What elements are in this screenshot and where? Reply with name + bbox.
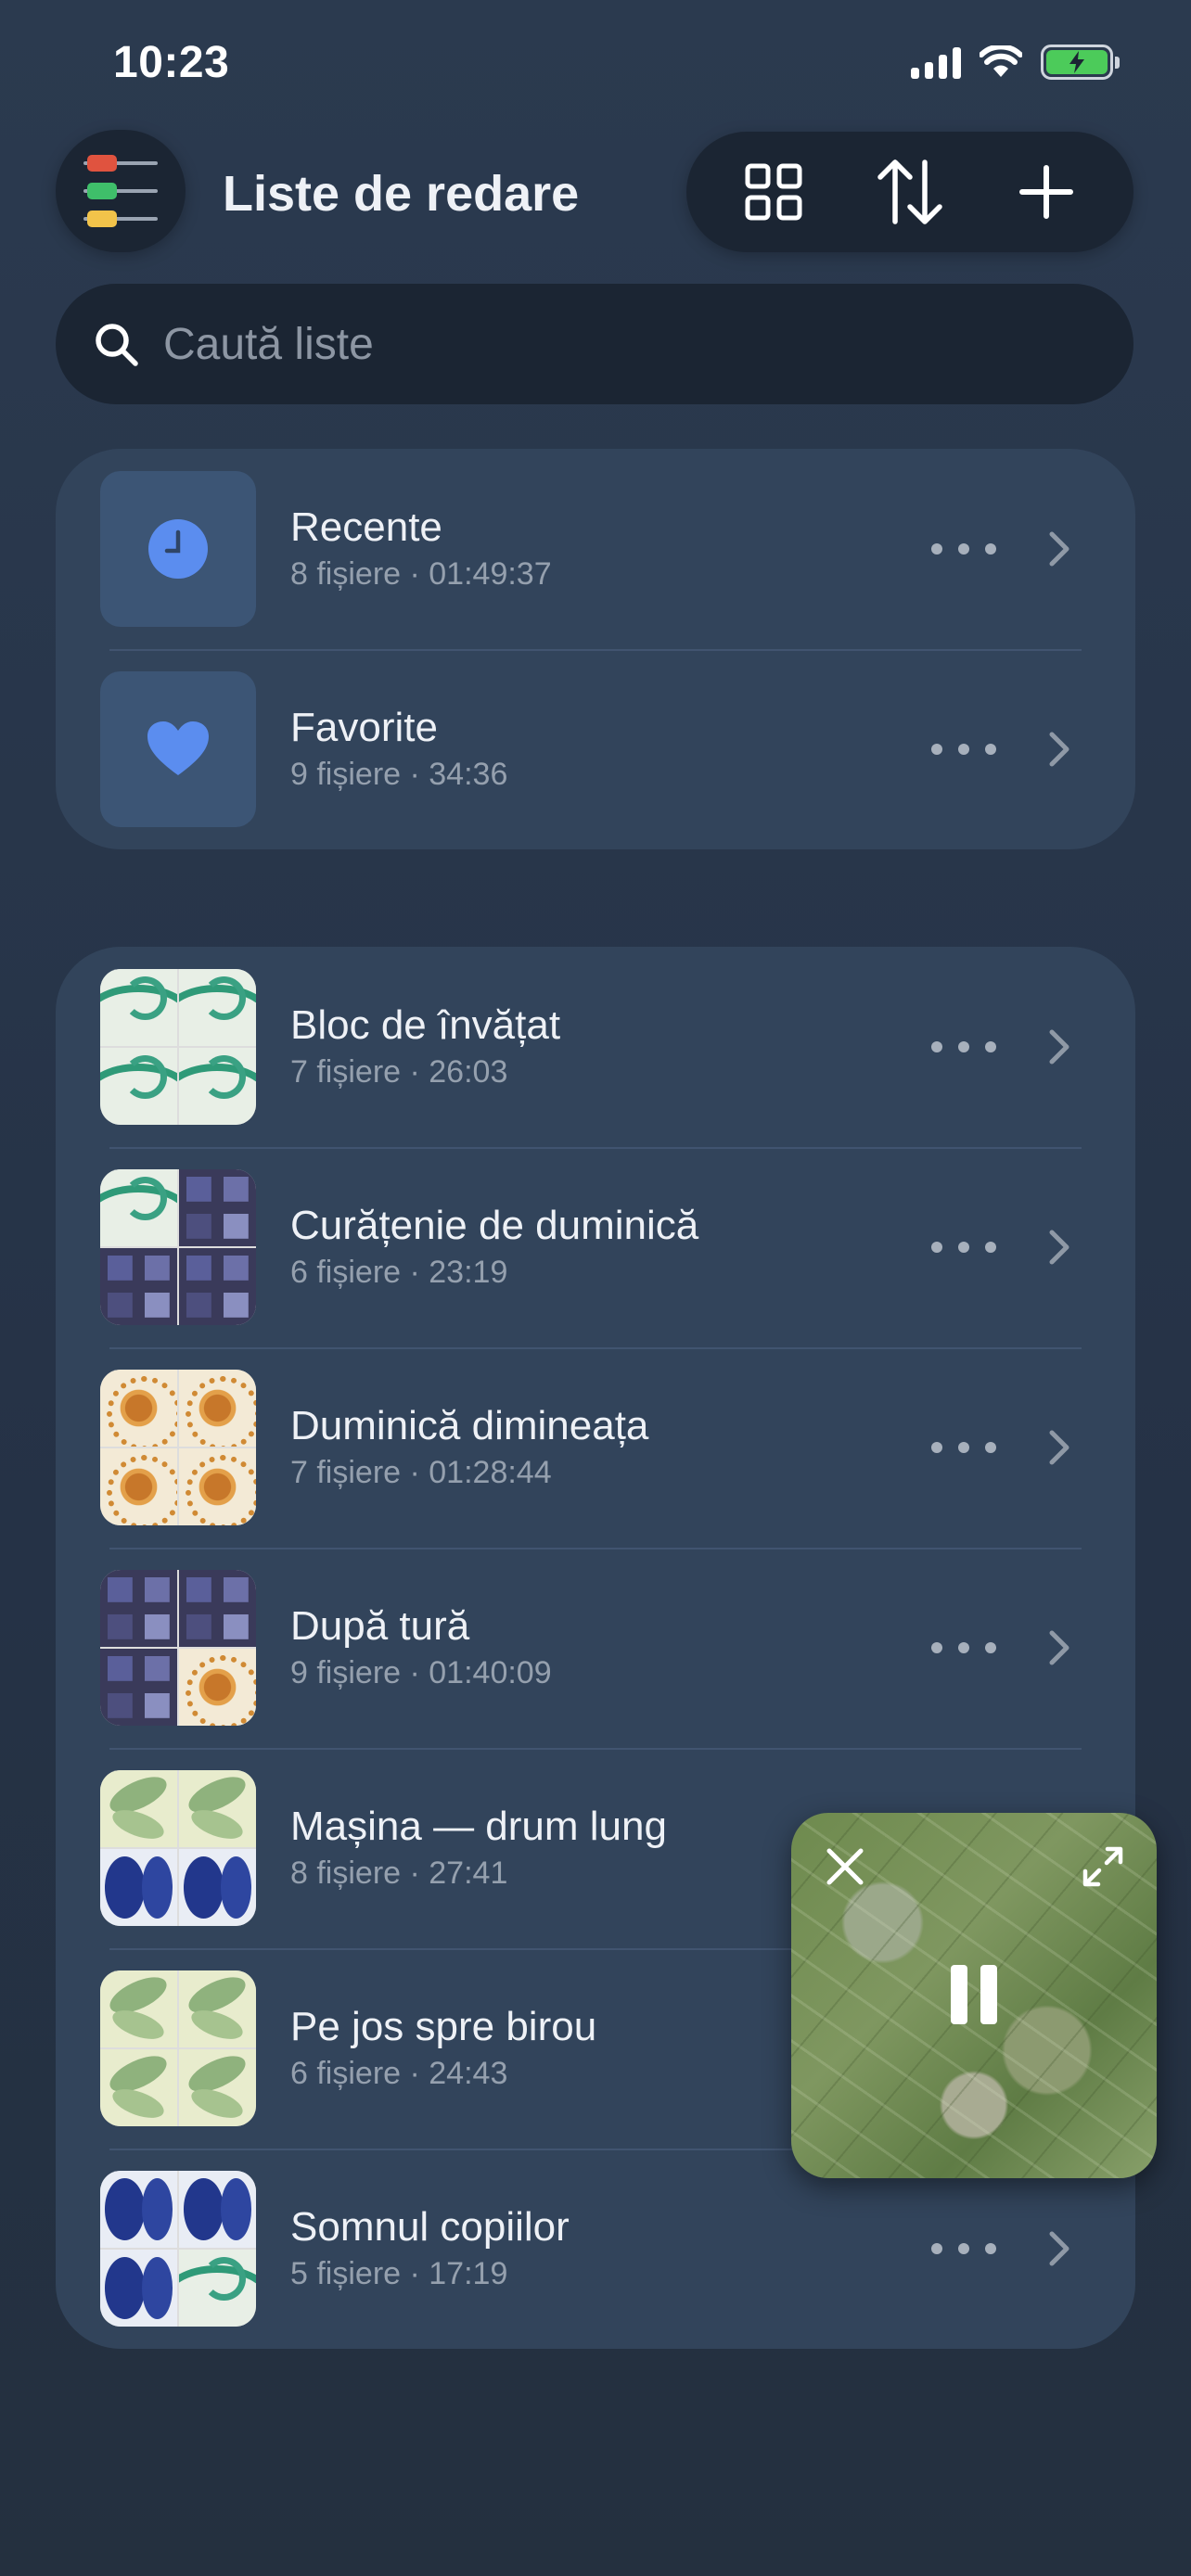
more-options-icon[interactable] bbox=[931, 2232, 996, 2265]
playlist-cover bbox=[100, 2171, 256, 2327]
list-item-favorite[interactable]: Favorite 9 fișiere · 34:36 bbox=[56, 649, 1135, 849]
pause-button[interactable] bbox=[940, 1961, 1008, 2030]
playlist-item-duminica-dimineata[interactable]: Duminică dimineața 7 fișiere · 01:28:44 bbox=[56, 1347, 1135, 1548]
pause-icon bbox=[951, 1965, 967, 2024]
chevron-right-icon bbox=[1049, 732, 1069, 767]
playlist-cover bbox=[100, 1370, 256, 1525]
mini-player[interactable] bbox=[791, 1813, 1157, 2178]
add-playlist-button[interactable] bbox=[995, 141, 1097, 243]
menu-button[interactable] bbox=[56, 130, 186, 252]
sort-arrows-icon bbox=[877, 159, 942, 224]
more-options-icon[interactable] bbox=[931, 1030, 996, 1064]
playlist-meta: 5 fișiere · 17:19 bbox=[290, 2256, 508, 2291]
screen: 10:23 Liste de redare Caută liste Recent… bbox=[0, 0, 1191, 2576]
more-options-icon[interactable] bbox=[931, 532, 996, 566]
playlist-meta: 6 fișiere · 24:43 bbox=[290, 2056, 508, 2091]
more-options-icon[interactable] bbox=[931, 1231, 996, 1264]
playlist-meta: 7 fișiere · 01:28:44 bbox=[290, 1455, 552, 1490]
chevron-right-icon bbox=[1049, 2231, 1069, 2266]
list-item-recente[interactable]: Recente 8 fișiere · 01:49:37 bbox=[56, 449, 1135, 649]
plus-icon bbox=[1019, 165, 1074, 219]
playlist-title: Bloc de învățat bbox=[290, 1002, 561, 1048]
playlist-cover bbox=[100, 1970, 256, 2126]
playlist-item-dupa-tura[interactable]: După tură 9 fișiere · 01:40:09 bbox=[56, 1548, 1135, 1748]
menu-icon bbox=[83, 155, 158, 172]
search-bar[interactable] bbox=[56, 284, 1133, 404]
playlist-title: Somnul copiilor bbox=[290, 2204, 570, 2250]
list-meta: 8 fișiere · 01:49:37 bbox=[290, 556, 552, 592]
grid-view-button[interactable] bbox=[723, 141, 825, 243]
list-title: Recente bbox=[290, 504, 442, 550]
clock-icon bbox=[148, 519, 208, 579]
search-input[interactable] bbox=[163, 318, 998, 370]
playlist-item-somnul-copiilor[interactable]: Somnul copiilor 5 fișiere · 17:19 bbox=[56, 2149, 1135, 2349]
more-options-icon[interactable] bbox=[931, 733, 996, 766]
more-options-icon[interactable] bbox=[931, 1431, 996, 1464]
playlist-cover bbox=[100, 1570, 256, 1726]
playlist-meta: 6 fișiere · 23:19 bbox=[290, 1255, 508, 1290]
chevron-right-icon bbox=[1049, 1630, 1069, 1665]
page-title: Liste de redare bbox=[223, 166, 580, 222]
chevron-right-icon bbox=[1049, 1230, 1069, 1265]
list-thumbnail bbox=[100, 471, 256, 627]
expand-player-button[interactable] bbox=[1075, 1839, 1131, 1894]
chevron-right-icon bbox=[1049, 531, 1069, 567]
search-icon bbox=[96, 324, 138, 366]
list-title: Favorite bbox=[290, 705, 438, 750]
playlist-cover bbox=[100, 969, 256, 1125]
playlist-cover bbox=[100, 1770, 256, 1926]
playlist-item-bloc-de-invatat[interactable]: Bloc de învățat 7 fișiere · 26:03 bbox=[56, 947, 1135, 1147]
wifi-icon bbox=[980, 45, 1022, 77]
expand-icon bbox=[1082, 1846, 1123, 1887]
playlist-meta: 8 fișiere · 27:41 bbox=[290, 1855, 508, 1891]
sort-button[interactable] bbox=[859, 141, 961, 243]
cellular-signal-icon bbox=[911, 45, 961, 79]
playlist-meta: 9 fișiere · 01:40:09 bbox=[290, 1655, 552, 1690]
playlist-title: Curățenie de duminică bbox=[290, 1203, 699, 1248]
playlist-title: Duminică dimineața bbox=[290, 1403, 649, 1448]
heart-icon bbox=[147, 721, 209, 775]
status-time: 10:23 bbox=[113, 38, 230, 87]
playlist-title: Pe jos spre birou bbox=[290, 2004, 597, 2049]
toolbar bbox=[686, 132, 1133, 252]
list-thumbnail bbox=[100, 671, 256, 827]
more-options-icon[interactable] bbox=[931, 1631, 996, 1664]
chevron-right-icon bbox=[1049, 1029, 1069, 1065]
playlist-title: După tură bbox=[290, 1603, 470, 1649]
close-icon bbox=[826, 1848, 864, 1885]
list-meta: 9 fișiere · 34:36 bbox=[290, 757, 508, 792]
playlist-meta: 7 fișiere · 26:03 bbox=[290, 1054, 508, 1090]
close-player-button[interactable] bbox=[817, 1839, 873, 1894]
playlist-item-curatenie-de-duminica[interactable]: Curățenie de duminică 6 fișiere · 23:19 bbox=[56, 1147, 1135, 1347]
status-icons bbox=[911, 45, 1120, 80]
chevron-right-icon bbox=[1049, 1430, 1069, 1465]
playlist-cover bbox=[100, 1169, 256, 1325]
grid-icon bbox=[745, 163, 802, 221]
system-lists-card: Recente 8 fișiere · 01:49:37 Favorite 9 … bbox=[56, 449, 1135, 849]
playlist-title: Mașina — drum lung bbox=[290, 1804, 667, 1849]
battery-icon bbox=[1041, 45, 1120, 80]
